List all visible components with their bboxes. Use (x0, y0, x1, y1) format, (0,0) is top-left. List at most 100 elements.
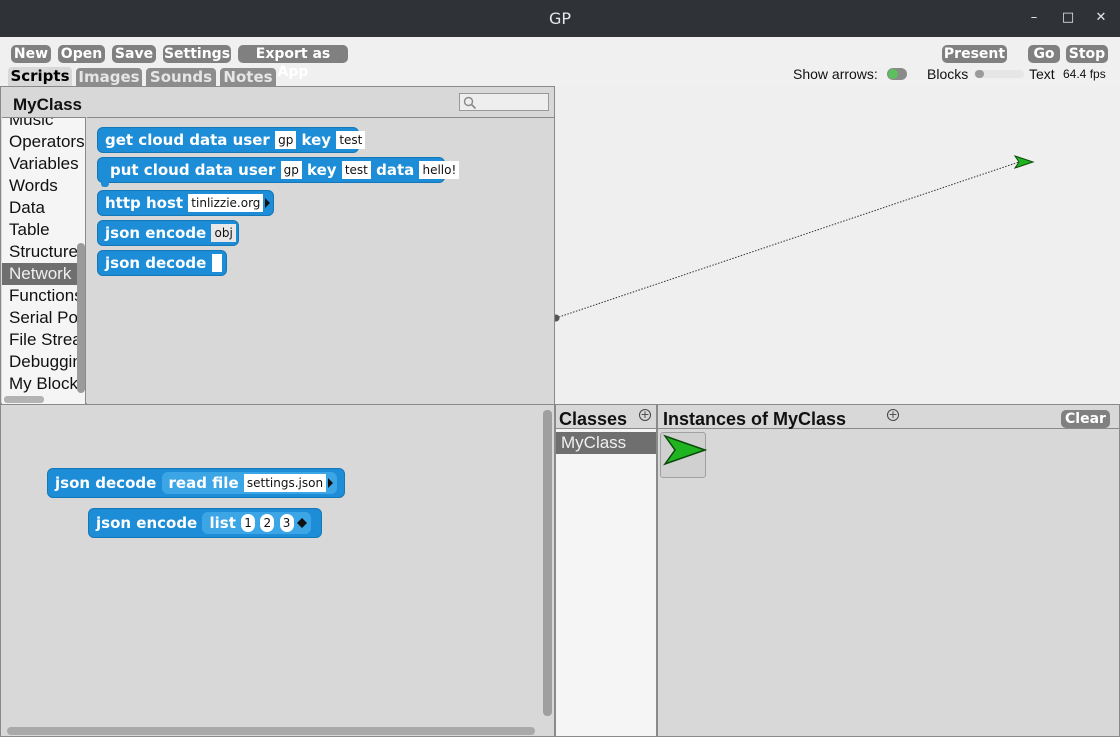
palette-panel: MyClass Music Operators Variables Words … (0, 86, 555, 404)
minimize-icon[interactable]: – (1024, 8, 1044, 28)
instance-thumbnail[interactable] (660, 432, 708, 478)
block-json-decode[interactable]: json decode (97, 250, 227, 276)
tab-images[interactable]: Images (76, 68, 142, 86)
category-scrollbar[interactable] (77, 243, 85, 393)
tab-scripts[interactable]: Scripts (8, 67, 72, 86)
classes-pane: Classes + MyClass (555, 404, 657, 737)
block-text: key (301, 131, 332, 149)
classes-header: Classes + (556, 405, 656, 429)
new-button[interactable]: New (11, 45, 51, 63)
block-text: list (209, 513, 236, 532)
list-item-slot[interactable]: 3 (279, 514, 294, 532)
fps-readout: 64.4 fps (1063, 67, 1106, 81)
add-instance-icon[interactable]: + (887, 409, 899, 421)
category-debugging[interactable]: Debugging (2, 351, 85, 373)
arrow-origin-dot[interactable] (555, 314, 560, 322)
user-slot[interactable]: gp (280, 160, 302, 179)
block-palette: get cloud data user gp key test put clou… (87, 117, 554, 404)
tab-sounds[interactable]: Sounds (146, 68, 216, 86)
list-item-slot[interactable]: 2 (260, 514, 275, 532)
stage-canvas (555, 155, 1035, 322)
category-words[interactable]: Words (2, 175, 85, 197)
category-music[interactable]: Music (2, 118, 85, 131)
toolbar: New Open Save Settings Export as App Pre… (0, 37, 1120, 86)
string-slot[interactable] (211, 253, 222, 272)
category-serial-port[interactable]: Serial Port (2, 307, 85, 329)
expand-arrow-icon[interactable] (265, 197, 271, 208)
block-text: data (376, 161, 415, 179)
key-slot[interactable]: test (341, 160, 371, 179)
stage[interactable] (555, 86, 1120, 404)
class-item-myclass[interactable]: MyClass (556, 432, 656, 454)
category-my-blocks[interactable]: My Blocks (2, 373, 85, 395)
host-slot[interactable]: tinlizzie.org (188, 193, 264, 212)
show-arrows-toggle[interactable] (887, 68, 907, 80)
blocks-label: Blocks (927, 66, 969, 82)
save-button[interactable]: Save (112, 45, 156, 63)
script-json-decode[interactable]: json decode read file settings.json (47, 468, 345, 498)
search-input[interactable] (459, 93, 549, 111)
category-functions[interactable]: Functions (2, 285, 85, 307)
obj-slot[interactable]: obj (211, 223, 236, 242)
block-read-file[interactable]: read file settings.json (161, 471, 338, 494)
classes-title: Classes (559, 409, 628, 429)
category-structure[interactable]: Structure (2, 241, 85, 263)
stop-button[interactable]: Stop (1066, 45, 1108, 63)
instances-pane: Instances of MyClass + Clear (657, 404, 1120, 737)
file-slot[interactable]: settings.json (243, 474, 327, 492)
block-text: http host (105, 194, 184, 212)
close-icon[interactable]: ✕ (1091, 8, 1111, 28)
slider-knob[interactable] (975, 70, 984, 78)
settings-button[interactable]: Settings (163, 45, 231, 63)
block-http-host[interactable]: http host tinlizzie.org (97, 190, 274, 216)
scripts-area[interactable]: json decode read file settings.json json… (0, 404, 555, 737)
block-text: json encode (105, 224, 207, 242)
block-text: key (307, 161, 337, 179)
text-label: Text (1029, 66, 1055, 82)
category-data[interactable]: Data (2, 197, 85, 219)
block-list[interactable]: list 1 2 3 (202, 511, 311, 534)
instances-title: Instances of MyClass (663, 409, 847, 429)
data-slot[interactable]: hello! (419, 160, 460, 179)
add-arrow-icon[interactable] (301, 518, 307, 528)
blocks-text-slider[interactable] (974, 70, 1024, 78)
palette-class-title: MyClass (13, 95, 82, 114)
block-text: json decode (105, 254, 207, 272)
block-text: json encode (96, 514, 198, 532)
category-file-stream[interactable]: File Stream (2, 329, 85, 351)
tab-notes[interactable]: Notes (220, 68, 276, 86)
script-json-encode[interactable]: json encode list 1 2 3 (88, 508, 322, 538)
category-variables[interactable]: Variables (2, 153, 85, 175)
window-title: GP (548, 9, 572, 28)
block-json-encode[interactable]: json encode obj (97, 220, 239, 246)
category-network[interactable]: Network (2, 263, 85, 285)
block-text: json decode (55, 474, 157, 492)
list-item-slot[interactable]: 1 (241, 514, 256, 532)
add-class-icon[interactable]: + (639, 409, 651, 421)
show-arrows-label: Show arrows: (793, 66, 878, 82)
scripts-vscrollbar[interactable] (543, 410, 552, 716)
go-button[interactable]: Go (1028, 45, 1060, 63)
expand-arrow-icon[interactable] (328, 478, 334, 488)
block-text: get cloud data user (105, 131, 270, 149)
open-button[interactable]: Open (58, 45, 105, 63)
maximize-icon[interactable]: □ (1058, 8, 1078, 28)
category-hscrollbar[interactable] (4, 396, 44, 403)
key-slot[interactable]: test (336, 130, 366, 149)
export-as-app-button[interactable]: Export as App (238, 45, 348, 80)
block-text: put cloud data user (110, 161, 276, 179)
user-slot[interactable]: gp (275, 130, 297, 149)
category-operators[interactable]: Operators (2, 131, 85, 153)
block-text: read file (168, 473, 239, 492)
block-notch (101, 182, 109, 187)
category-table[interactable]: Table (2, 219, 85, 241)
present-button[interactable]: Present (942, 45, 1007, 63)
search-icon (463, 96, 477, 110)
block-get-cloud-data[interactable]: get cloud data user gp key test (97, 127, 366, 153)
block-put-cloud-data[interactable]: put cloud data user gp key test data hel… (97, 157, 460, 187)
toggle-knob (888, 69, 898, 79)
scripts-hscrollbar[interactable] (7, 727, 535, 735)
category-list[interactable]: Music Operators Variables Words Data Tab… (2, 117, 86, 404)
direction-arrow-line (555, 161, 1020, 319)
clear-button[interactable]: Clear (1061, 410, 1110, 428)
